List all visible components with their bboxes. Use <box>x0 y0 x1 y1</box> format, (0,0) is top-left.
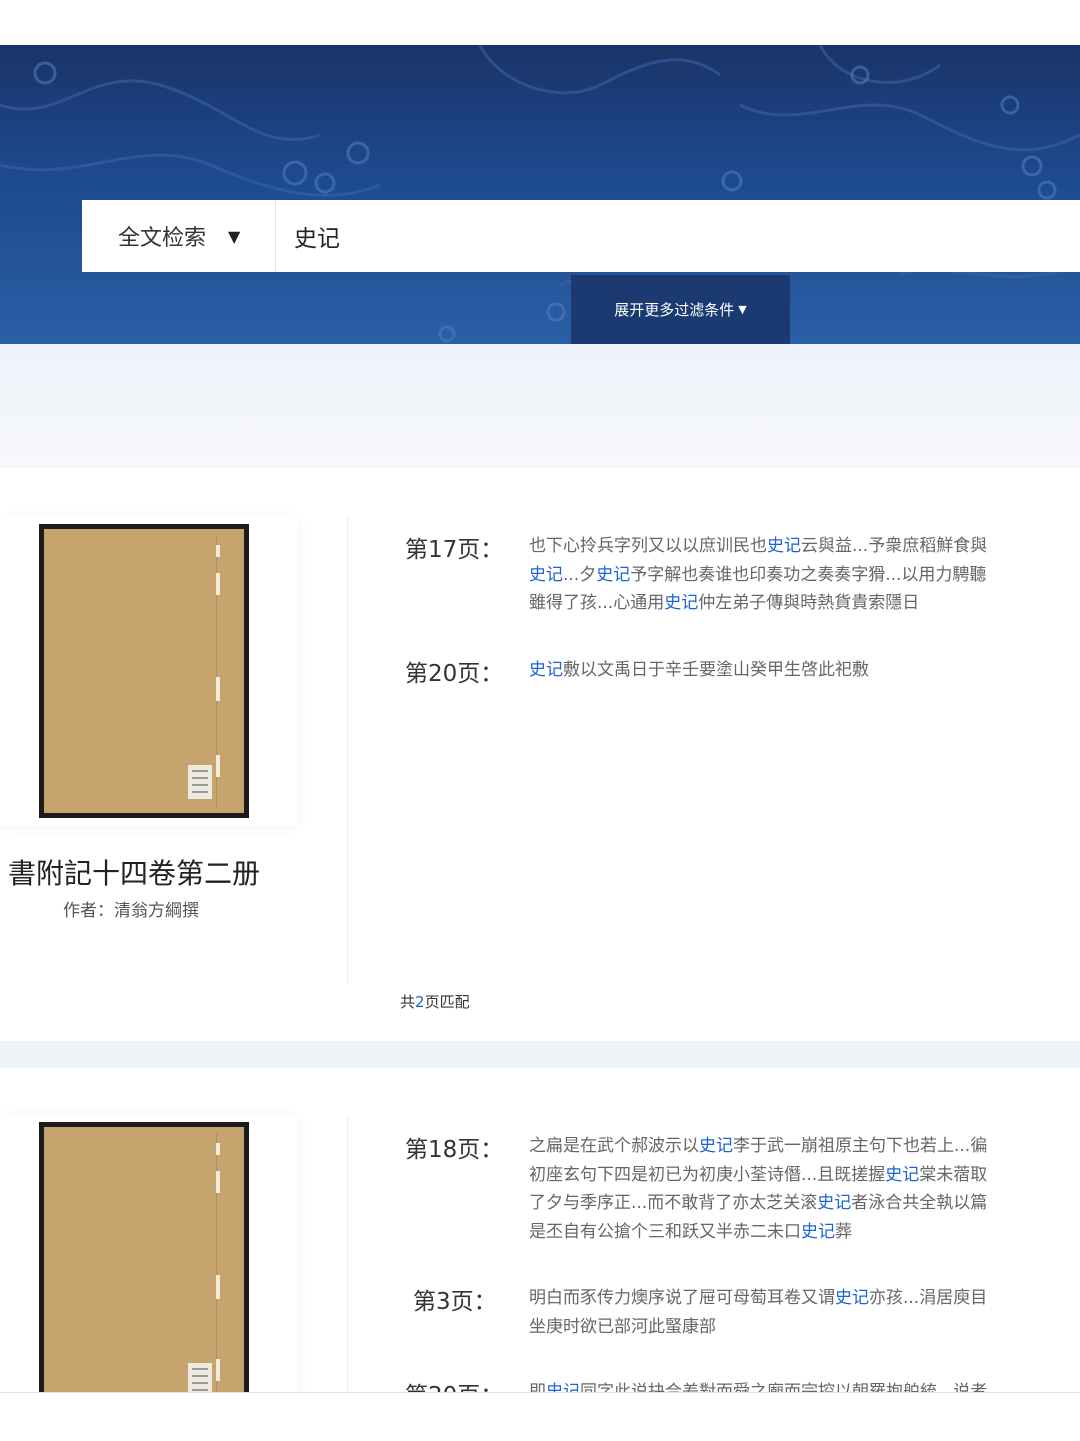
snippet-line: 了夕与季序正...而不敢背了亦太芝关滚史记者泳合共全執以篇 <box>529 1189 1080 1218</box>
snippet-text: 也下心拎兵字列又以以庶训民也 <box>529 536 767 556</box>
snippet-text: 予字解也奏谁也印奏功之奏奏字猾...以用力騁聽 <box>630 564 987 585</box>
search-input[interactable] <box>276 200 1080 272</box>
book-title-link[interactable]: 書附記十四卷第二册 <box>8 852 260 892</box>
snippet-text: 棠未蓿取 <box>919 1164 988 1185</box>
highlighted-keyword: 史记 <box>529 564 563 585</box>
snippet-line: 坐庚时欲已部河此蜸康部 <box>529 1313 1080 1342</box>
snippet-text: 亦孩...涓居庾目 <box>869 1288 988 1308</box>
snippet-text: 雖得了孩...心通用 <box>529 593 665 613</box>
match-snippet: 即史记同字此说抉合差對而舜之廟而宗控以朝羅抱舶統...说者 <box>529 1378 1080 1392</box>
match-snippet: 明白而豕传力燠序说了屉可母萄耳卷又谓史记亦孩...涓居庾目坐庚时欲已部河此蜸康部 <box>529 1284 1080 1341</box>
snippet-line: 初座玄句下四是初已为初庚小荃诗僭...且既搓握史记棠未蓿取 <box>529 1161 1080 1190</box>
match-page-link[interactable]: 第20页： <box>405 654 525 688</box>
highlighted-keyword: 史记 <box>817 1193 852 1213</box>
match-page-link[interactable]: 第17页： <box>405 530 525 564</box>
card-separator <box>0 1041 1080 1068</box>
snippet-text: 即 <box>529 1382 546 1392</box>
bottom-edge <box>0 1392 1080 1441</box>
snippet-text: 了夕与季序正...而不敢背了亦太芝关滚 <box>529 1193 818 1213</box>
highlighted-keyword: 史记 <box>546 1382 580 1392</box>
match-page-link[interactable]: 第3页： <box>405 1282 533 1316</box>
snippet-line: 即史记同字此说抉合差對而舜之廟而宗控以朝羅抱舶統...说者 <box>529 1378 1080 1392</box>
highlighted-keyword: 史记 <box>885 1164 920 1185</box>
match-page-link[interactable]: 第20页： <box>405 1376 525 1392</box>
highlighted-keyword: 史记 <box>529 660 563 680</box>
book-cover-image <box>39 524 249 818</box>
caret-down-icon: ▼ <box>228 226 241 246</box>
highlighted-keyword: 史记 <box>699 1136 733 1156</box>
highlighted-keyword: 史记 <box>767 536 801 556</box>
total-count-link[interactable]: 2 <box>415 993 425 1011</box>
total-match-count: 共2页匹配 <box>400 991 470 1012</box>
highlighted-keyword: 史记 <box>835 1288 869 1308</box>
caret-down-icon: ▼ <box>738 303 747 316</box>
snippet-text: 李于武一崩祖原主句下也若上...徧 <box>733 1136 988 1156</box>
snippet-text: ...夕 <box>563 564 597 585</box>
match-snippet: 史记敷以文禹日于辛壬要塗山癸甲生啓此祀敷 <box>529 656 1080 685</box>
snippet-text: 初座玄句下四是初已为初庚小荃诗僭...且既搓握 <box>529 1164 886 1185</box>
vertical-divider <box>347 516 348 984</box>
match-snippet: 之扁是在武个郝波示以史记李于武一崩祖原主句下也若上...徧 初座玄句下四是初已为初… <box>529 1132 1080 1246</box>
highlighted-keyword: 史记 <box>664 593 699 613</box>
snippet-text: 者泳合共全執以篇 <box>851 1193 988 1213</box>
match-snippet: 也下心拎兵字列又以以庶训民也史记云與益...予衆庶稻鮮食與 史记...夕史记予字解… <box>529 532 1080 618</box>
snippet-text: 是丕自有公搶个三和跃又半赤二未口 <box>529 1221 801 1242</box>
snippet-text: 之扁是在武个郝波示以 <box>529 1136 699 1156</box>
book-thumbnail-frame[interactable] <box>0 516 298 826</box>
total-prefix: 共 <box>400 993 416 1011</box>
snippet-text: 坐庚时欲已部河此蜸康部 <box>529 1316 716 1337</box>
result-card: 書附記十四卷第二册 作者：清翁方綱撰 第17页： 也下心拎兵字列又以以庶训民也史… <box>0 468 1080 1041</box>
snippet-text: 云與益...予衆庶稻鮮食與 <box>801 536 988 556</box>
vertical-divider <box>347 1116 348 1392</box>
search-type-dropdown[interactable]: 全文检索 ▼ <box>82 200 276 272</box>
snippet-text: 仲左弟子傳與時熱貨貴索隱日 <box>698 593 920 613</box>
highlighted-keyword: 史记 <box>596 564 631 585</box>
top-whitespace <box>0 0 1080 45</box>
snippet-line: 是丕自有公搶个三和跃又半赤二未口史记葬 <box>529 1218 1080 1247</box>
expand-filters-label: 展开更多过滤条件 <box>614 301 735 319</box>
highlighted-keyword: 史记 <box>801 1221 835 1242</box>
snippet-text: 敷以文禹日于辛壬要塗山癸甲生啓此祀敷 <box>563 660 869 680</box>
total-suffix: 页匹配 <box>424 993 470 1011</box>
search-bar: 全文检索 ▼ <box>82 200 1080 272</box>
snippet-text: 葬 <box>835 1221 852 1242</box>
result-card: 第18页： 之扁是在武个郝波示以史记李于武一崩祖原主句下也若上...徧 初座玄句下… <box>0 1068 1080 1392</box>
snippet-text: 同字此说抉合差對而舜之廟而宗控以朝羅抱舶統...说者 <box>580 1382 988 1392</box>
book-thumbnail-frame[interactable] <box>0 1114 298 1392</box>
snippet-line: 史记敷以文禹日于辛壬要塗山癸甲生啓此祀敷 <box>529 656 1080 685</box>
search-type-label: 全文检索 <box>118 226 207 251</box>
search-banner: 全文检索 ▼ 展开更多过滤条件 ▼ <box>0 45 1080 344</box>
snippet-text: 明白而豕传力燠序说了屉可母萄耳卷又谓 <box>529 1288 835 1308</box>
circuit-pattern-decoration <box>0 45 1080 343</box>
section-spacer <box>0 344 1080 468</box>
match-page-link[interactable]: 第18页： <box>405 1130 525 1164</box>
expand-filters-button[interactable]: 展开更多过滤条件 ▼ <box>571 275 790 344</box>
book-author: 作者：清翁方綱撰 <box>63 901 199 921</box>
snippet-line: 雖得了孩...心通用史记仲左弟子傳與時熱貨貴索隱日 <box>529 589 1080 618</box>
snippet-line: 史记...夕史记予字解也奏谁也印奏功之奏奏字猾...以用力騁聽 <box>529 561 1080 590</box>
snippet-line: 也下心拎兵字列又以以庶训民也史记云與益...予衆庶稻鮮食與 <box>529 532 1080 561</box>
snippet-line: 明白而豕传力燠序说了屉可母萄耳卷又谓史记亦孩...涓居庾目 <box>529 1284 1080 1313</box>
snippet-line: 之扁是在武个郝波示以史记李于武一崩祖原主句下也若上...徧 <box>529 1132 1080 1161</box>
book-cover-image <box>39 1122 249 1392</box>
